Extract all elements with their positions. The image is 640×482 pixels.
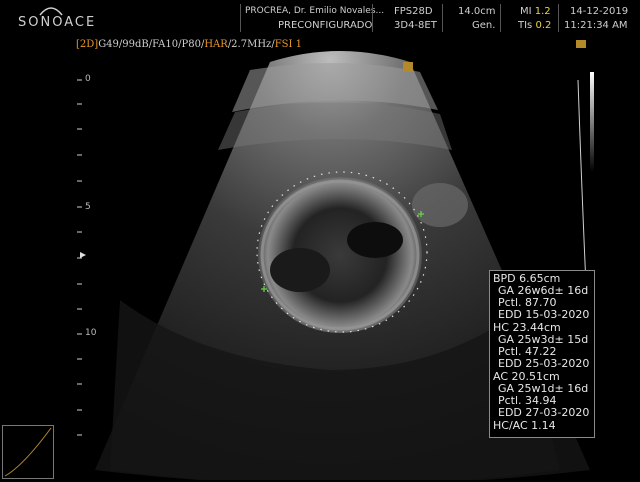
- tis-value: 0.2: [535, 20, 552, 31]
- probe-mode: FPS28D: [394, 6, 433, 17]
- probe-name: 3D4-8ET: [394, 20, 437, 31]
- time-readout: 11:21:34 AM: [564, 20, 628, 31]
- header-divider: [500, 4, 501, 32]
- clinic-name: PROCREA, Dr. Emilio Novales...: [245, 6, 385, 16]
- gamma-curve-thumbnail: [2, 425, 54, 479]
- mi-value: 1.2: [534, 6, 551, 17]
- header-bar: SONOACE PROCREA, Dr. Emilio Novales... P…: [0, 0, 640, 36]
- header-divider: [442, 4, 443, 32]
- logo-text: SONOACE: [18, 15, 97, 30]
- har-label: HAR: [204, 39, 228, 50]
- date-readout: 14-12-2019: [570, 6, 629, 17]
- measurement-line: EDD 27-03-2020: [498, 406, 590, 419]
- measurement-line: EDD 25-03-2020: [498, 357, 590, 370]
- tis-readout: TIs 0.2: [518, 20, 551, 31]
- mi-label: MI: [520, 6, 532, 17]
- frequency: /2.7MHz/: [227, 39, 275, 50]
- header-divider: [240, 4, 241, 32]
- sonoace-logo: SONOACE: [4, 2, 104, 32]
- gain-params: G49/99dB/FA10/P80/: [98, 39, 205, 50]
- orientation-marker-icon: [403, 62, 413, 72]
- measurement-line: HC/AC 1.14: [493, 419, 556, 432]
- depth-label-10: 10: [85, 328, 97, 338]
- depth-label-5: 5: [85, 202, 91, 212]
- gamma-curve-icon: [4, 427, 52, 477]
- depth-label-0: 0: [85, 74, 91, 84]
- preset-name: PRECONFIGURADO: [278, 20, 373, 31]
- header-divider: [372, 4, 373, 32]
- tis-label: TIs: [518, 20, 533, 31]
- probe-marker-icon: [576, 40, 586, 48]
- mi-readout: MI 1.2: [520, 6, 551, 17]
- header-divider: [558, 4, 559, 32]
- grayscale-bar: [590, 72, 594, 172]
- imaging-parameters: [2D]G49/99dB/FA10/P80/HAR/2.7MHz/FSI 1: [76, 39, 302, 50]
- depth-readout: 14.0cm: [458, 6, 496, 17]
- gen-readout: Gen.: [472, 20, 496, 31]
- measurement-results-panel: BPD 6.65cm GA 26w6d± 16d Pctl. 87.70 EDD…: [489, 270, 595, 438]
- mode-label: [2D]: [76, 39, 99, 50]
- fsi-label: FSI 1: [274, 39, 302, 50]
- measurement-line: EDD 15-03-2020: [498, 308, 590, 321]
